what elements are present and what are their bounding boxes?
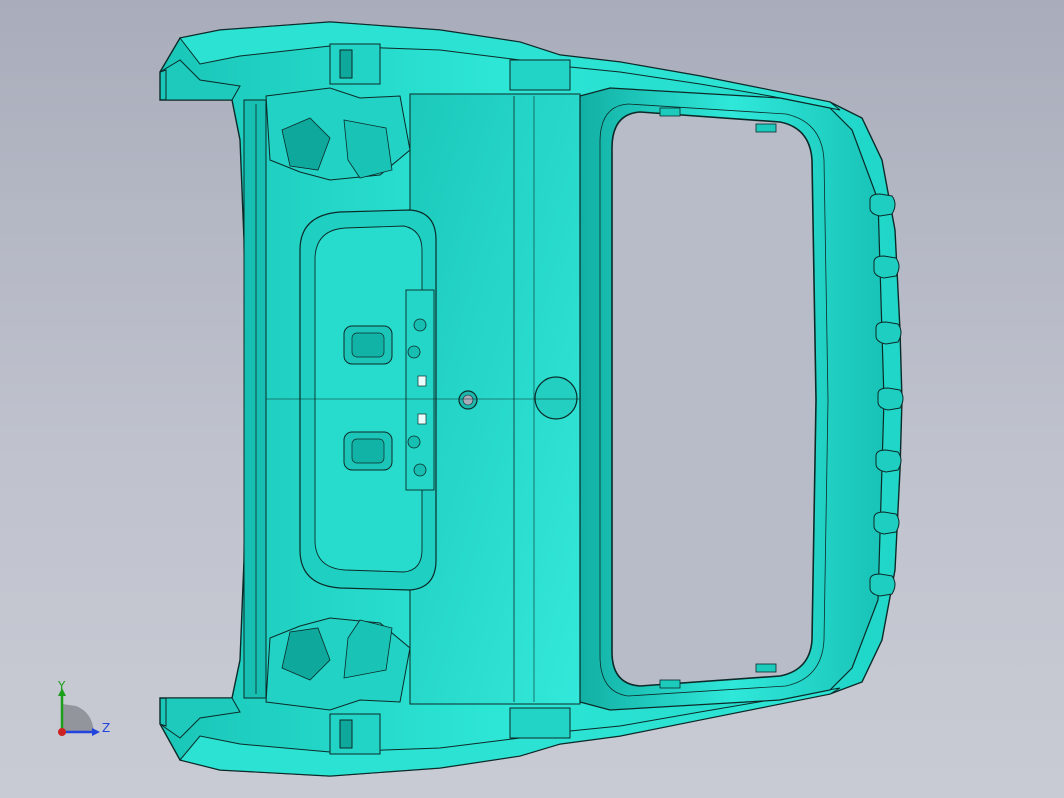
triad-plane-indicator xyxy=(62,704,94,732)
triad-y-label: Y xyxy=(58,679,66,693)
x-axis-dot xyxy=(58,728,66,736)
center-large-hole xyxy=(534,376,578,420)
tailgate-inner-panel-model[interactable] xyxy=(0,0,1064,798)
left-rail xyxy=(243,99,267,699)
cad-viewport[interactable]: Y Z xyxy=(0,0,1064,798)
triad-z-label: Z xyxy=(102,721,111,735)
window-opening xyxy=(611,111,817,687)
